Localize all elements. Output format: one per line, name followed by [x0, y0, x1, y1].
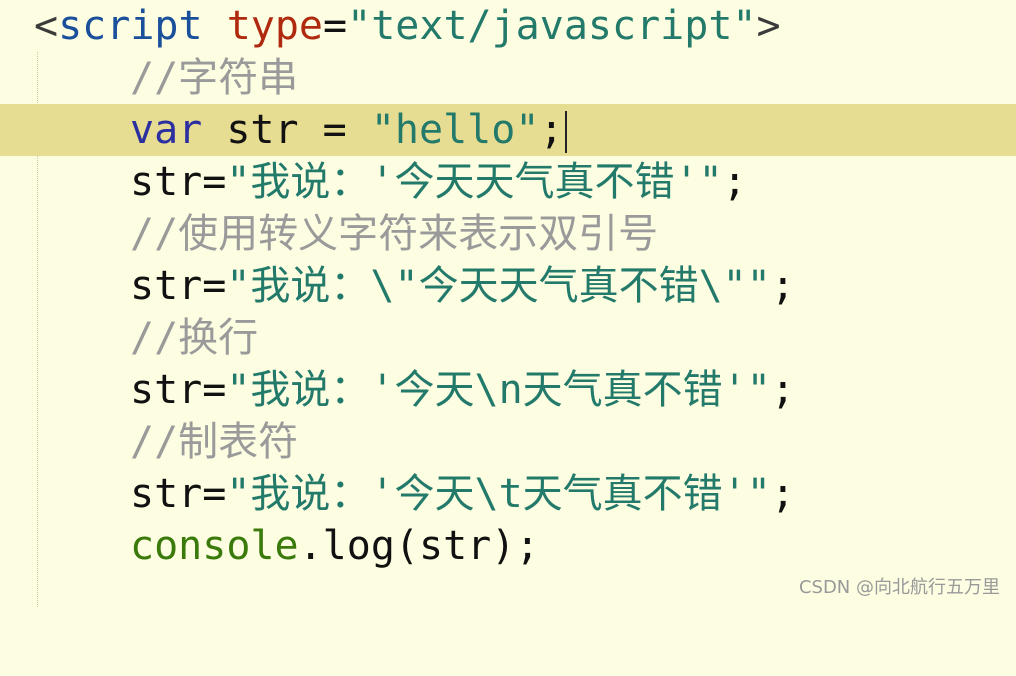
equals-sign: =	[202, 367, 227, 413]
equals-sign: =	[323, 3, 348, 49]
tag-close-bracket: >	[756, 3, 781, 49]
identifier: str	[130, 471, 203, 517]
code-line-8[interactable]: str="我说：'今天\n天气真不错'";	[0, 364, 1016, 416]
code-line-10[interactable]: str="我说：'今天\t天气真不错'";	[0, 468, 1016, 520]
comment: //换行	[130, 315, 259, 361]
code-text: str="我说：'今天天气真不错'";	[130, 156, 747, 208]
code-editor[interactable]: <script type="text/javascript"> //字符串 va…	[0, 0, 1016, 607]
string-literal: "我说：'今天\t天气真不错'"	[226, 471, 771, 517]
attribute-name: type	[226, 3, 324, 49]
code-line-7[interactable]: //换行	[0, 312, 1016, 364]
identifier: str	[130, 263, 203, 309]
semicolon: ;	[770, 471, 795, 517]
comment: //使用转义字符来表示双引号	[130, 211, 659, 257]
code-text: <script type="text/javascript">	[34, 0, 781, 52]
code-line-6[interactable]: str="我说：\"今天天气真不错\"";	[0, 260, 1016, 312]
code-text: str="我说：'今天\n天气真不错'";	[130, 364, 795, 416]
code-line-9[interactable]: //制表符	[0, 416, 1016, 468]
equals-sign: =	[202, 159, 227, 205]
semicolon: ;	[770, 263, 795, 309]
equals-sign: =	[202, 263, 227, 309]
code-line-5[interactable]: //使用转义字符来表示双引号	[0, 208, 1016, 260]
comment: //制表符	[130, 419, 299, 465]
code-line-3-current[interactable]: var str = "hello";	[0, 104, 1016, 156]
code-line-2[interactable]: //字符串	[0, 52, 1016, 104]
identifier: str	[130, 367, 203, 413]
code-text: var str = "hello";	[130, 104, 567, 156]
assignment: str =	[202, 107, 371, 153]
tag-open-bracket: <	[34, 3, 59, 49]
console-object: console	[130, 523, 299, 569]
code-text: str="我说：\"今天天气真不错\"";	[130, 260, 795, 312]
identifier: str	[130, 159, 203, 205]
code-text: console.log(str);	[130, 520, 539, 572]
semicolon: ;	[539, 107, 564, 153]
text-cursor	[564, 111, 567, 153]
watermark: CSDN @向北航行五万里	[798, 577, 1000, 598]
keyword: var	[130, 107, 203, 153]
semicolon: ;	[770, 367, 795, 413]
string-literal: "我说：'今天\n天气真不错'"	[226, 367, 771, 413]
code-line-1[interactable]: <script type="text/javascript">	[0, 0, 1016, 52]
string-literal: "我说：\"今天天气真不错\""	[226, 263, 771, 309]
method-call: .log(str);	[298, 523, 540, 569]
string-literal: "hello"	[370, 107, 540, 153]
code-line-11[interactable]: console.log(str);	[0, 520, 1016, 572]
attribute-value: "text/javascript"	[347, 3, 757, 49]
string-literal: "我说：'今天天气真不错'"	[226, 159, 723, 205]
semicolon: ;	[722, 159, 747, 205]
tag-name: script	[58, 3, 203, 49]
comment: //字符串	[130, 55, 299, 101]
equals-sign: =	[202, 471, 227, 517]
code-text: str="我说：'今天\t天气真不错'";	[130, 468, 795, 520]
code-line-4[interactable]: str="我说：'今天天气真不错'";	[0, 156, 1016, 208]
